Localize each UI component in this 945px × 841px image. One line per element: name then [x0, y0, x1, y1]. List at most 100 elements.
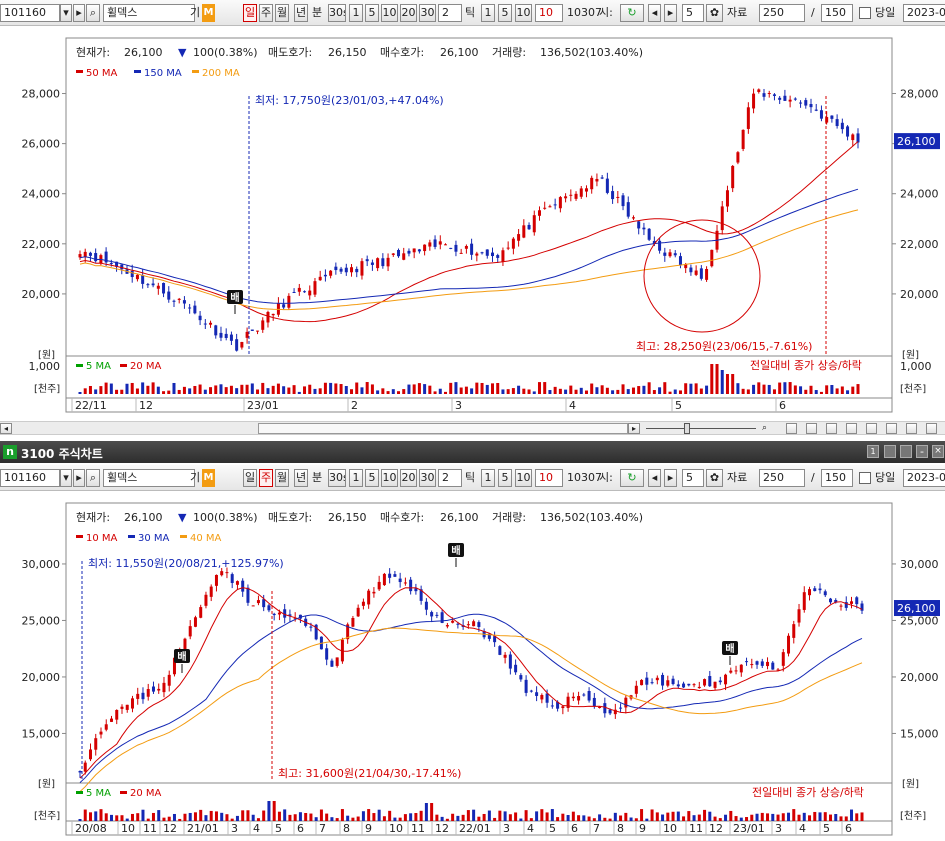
candle-body[interactable] — [809, 104, 813, 108]
period-day-button[interactable]: 일 — [243, 4, 257, 22]
price-chart-2[interactable]: 현재가: 26,100 ▼ 100(0.38%) 매도호가: 26,150 매수호가: 26,… — [0, 491, 945, 838]
candle-body[interactable] — [823, 591, 827, 596]
candle-body[interactable] — [621, 195, 625, 207]
candle-body[interactable] — [370, 262, 374, 265]
data-count-dropdown[interactable]: 250 — [759, 469, 805, 487]
candle-body[interactable] — [640, 679, 644, 686]
candle-body[interactable] — [501, 250, 505, 262]
signal-badge-0[interactable]: 배 — [177, 650, 186, 663]
candle-body[interactable] — [466, 624, 470, 626]
candle-body[interactable] — [250, 329, 254, 331]
candle-body[interactable] — [199, 607, 203, 618]
candle-body[interactable] — [611, 191, 615, 200]
candle-body[interactable] — [830, 115, 834, 119]
tick-5-button[interactable]: 5 — [498, 4, 512, 22]
candle-body[interactable] — [209, 586, 213, 597]
candle-body[interactable] — [799, 102, 803, 104]
candle-body[interactable] — [356, 607, 360, 617]
candle-body[interactable] — [203, 323, 207, 325]
candle-body[interactable] — [403, 582, 407, 584]
candle-body[interactable] — [334, 266, 338, 271]
tool-icon-2[interactable] — [806, 423, 817, 434]
candle-body[interactable] — [792, 624, 796, 638]
candle-body[interactable] — [529, 690, 533, 692]
candle-body[interactable] — [229, 334, 233, 341]
candle-body[interactable] — [477, 622, 481, 627]
candle-body[interactable] — [428, 242, 432, 247]
candle-body[interactable] — [731, 165, 735, 189]
candle-body[interactable] — [689, 267, 693, 273]
candle-body[interactable] — [156, 285, 160, 289]
candle-body[interactable] — [661, 674, 665, 686]
chart-panel-1[interactable]: 현재가: 26,100 ▼ 100(0.38%) 매도호가: 26,150 매수호가: 26,… — [0, 26, 945, 421]
candle-body[interactable] — [708, 676, 712, 687]
tick-input[interactable]: 2 — [438, 4, 462, 22]
candle-body[interactable] — [367, 590, 371, 605]
candle-body[interactable] — [705, 268, 709, 280]
candle-body[interactable] — [271, 313, 275, 316]
candle-body[interactable] — [537, 210, 541, 216]
candle-body[interactable] — [605, 178, 609, 193]
candle-body[interactable] — [162, 282, 166, 294]
candle-body[interactable] — [626, 202, 630, 217]
candle-body[interactable] — [797, 609, 801, 623]
refresh-icon[interactable]: ↻ — [620, 469, 644, 487]
candle-body[interactable] — [220, 571, 224, 576]
scroll-left-button[interactable]: ◂ — [0, 423, 12, 434]
candle-body[interactable] — [755, 661, 759, 665]
candle-body[interactable] — [350, 267, 354, 273]
candle-body[interactable] — [637, 221, 641, 229]
candle-body[interactable] — [772, 94, 776, 96]
candle-body[interactable] — [734, 670, 738, 672]
candle-body[interactable] — [587, 690, 591, 701]
candle-body[interactable] — [219, 332, 223, 338]
candle-body[interactable] — [355, 268, 359, 273]
candle-body[interactable] — [522, 225, 526, 238]
candle-body[interactable] — [608, 709, 612, 714]
tick-10-button[interactable]: 10 — [515, 469, 532, 487]
num-30-button[interactable]: 30 — [419, 469, 436, 487]
candle-body[interactable] — [631, 217, 635, 219]
candle-body[interactable] — [135, 274, 139, 280]
candle-body[interactable] — [188, 307, 192, 309]
candle-body[interactable] — [162, 682, 166, 693]
candle-body[interactable] — [214, 574, 218, 586]
candle-body[interactable] — [787, 635, 791, 654]
candle-body[interactable] — [109, 718, 113, 722]
candle-body[interactable] — [860, 603, 864, 611]
zoom-slider-track[interactable] — [646, 428, 756, 429]
candle-body[interactable] — [230, 574, 234, 583]
candle-body[interactable] — [699, 268, 703, 279]
candle-body[interactable] — [851, 134, 855, 141]
next-item-icon[interactable]: ▸ — [73, 469, 85, 487]
candle-body[interactable] — [829, 598, 833, 603]
code-dropdown-icon[interactable]: ▾ — [60, 469, 72, 487]
candle-body[interactable] — [808, 589, 812, 596]
candle-body[interactable] — [438, 241, 442, 245]
chart-scrollbar[interactable]: ◂ ▸ ⌕ — [0, 421, 945, 435]
candle-body[interactable] — [655, 677, 659, 681]
candle-body[interactable] — [813, 588, 817, 592]
candle-body[interactable] — [752, 93, 756, 109]
gear-icon[interactable]: ✿ — [706, 4, 723, 22]
candle-body[interactable] — [600, 177, 604, 179]
candle-body[interactable] — [750, 664, 754, 666]
candle-body[interactable] — [130, 270, 134, 278]
candle-body[interactable] — [109, 263, 113, 265]
candle-body[interactable] — [430, 612, 434, 617]
candle-body[interactable] — [767, 93, 771, 95]
stock-name-field[interactable]: 휠덱스 — [103, 469, 195, 487]
candle-body[interactable] — [592, 697, 596, 707]
period-month-button[interactable]: 월 — [275, 4, 289, 22]
candle-body[interactable] — [224, 333, 228, 338]
candle-body[interactable] — [459, 252, 463, 254]
data-count-dropdown[interactable]: 250 — [759, 4, 805, 22]
candle-body[interactable] — [391, 253, 395, 255]
candle-body[interactable] — [292, 292, 296, 294]
candle-body[interactable] — [524, 679, 528, 693]
candle-body[interactable] — [266, 311, 270, 323]
candle-body[interactable] — [361, 601, 365, 606]
period-week-button[interactable]: 주 — [259, 469, 273, 487]
candle-body[interactable] — [506, 247, 510, 249]
candle-body[interactable] — [204, 594, 208, 606]
